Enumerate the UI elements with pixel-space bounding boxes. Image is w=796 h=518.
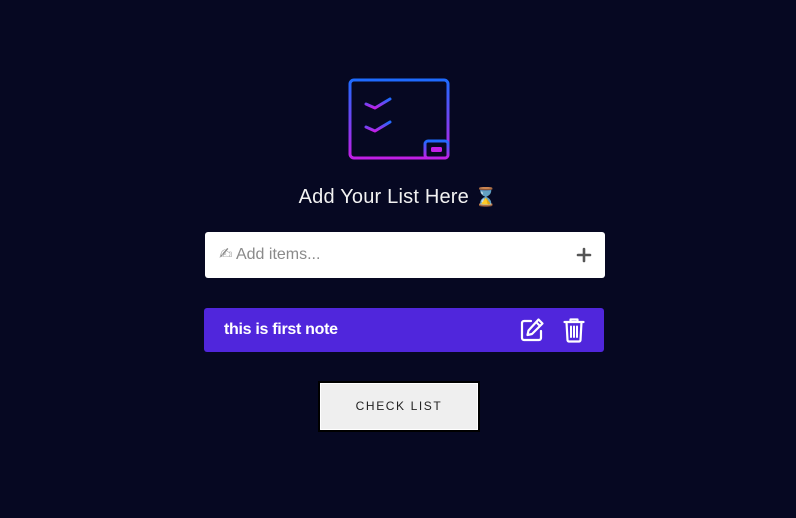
page-title-text: Add Your List Here: [298, 186, 469, 208]
add-item-input[interactable]: [219, 232, 559, 278]
add-item-bar: [205, 232, 605, 278]
plus-icon[interactable]: [573, 244, 595, 266]
hourglass-emoji: ⌛: [474, 187, 498, 207]
check-list-button[interactable]: CHECK LIST: [318, 381, 480, 432]
edit-icon[interactable]: [519, 317, 545, 343]
note-text: this is first note: [224, 321, 338, 338]
trash-icon[interactable]: [563, 317, 585, 343]
note-item: this is first note: [204, 308, 604, 352]
todo-page: Add Your List Here ⌛ this is first note …: [0, 0, 796, 518]
checklist-icon: [348, 78, 450, 160]
page-title: Add Your List Here ⌛: [0, 186, 796, 209]
